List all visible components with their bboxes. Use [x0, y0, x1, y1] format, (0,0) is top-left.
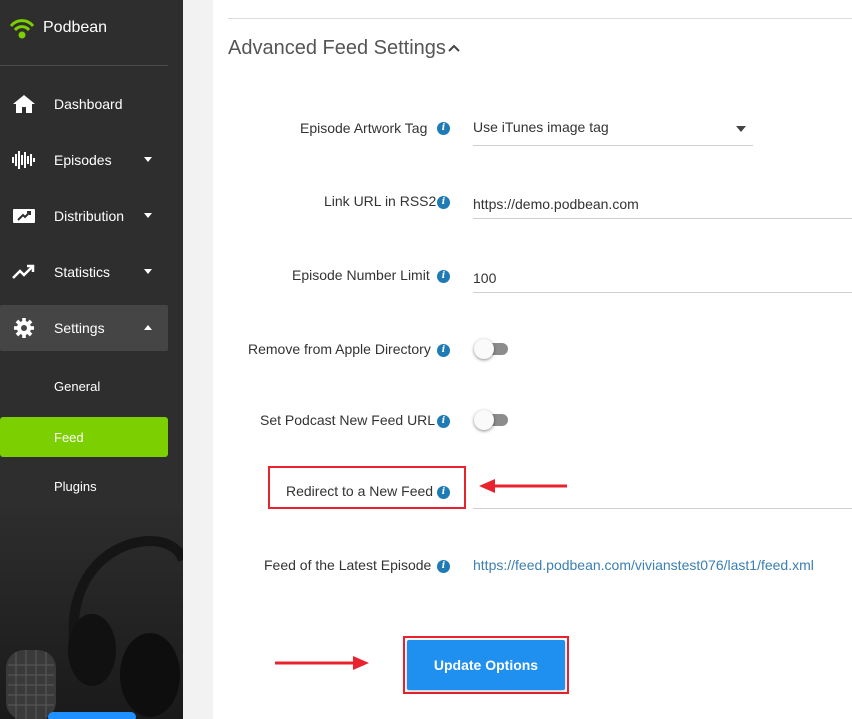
trending-up-icon [12, 264, 35, 279]
artwork-tag-label: Episode Artwork Tag [300, 120, 428, 136]
content-gutter [183, 0, 213, 719]
caret-down-icon [144, 213, 152, 218]
sidebar-item-statistics[interactable]: Statistics [0, 249, 168, 295]
sidebar-scrollbar[interactable] [48, 712, 136, 719]
feed-settings-panel: Advanced Feed Settings Episode Artwork T… [213, 0, 852, 719]
info-icon[interactable]: i [437, 415, 450, 428]
info-icon[interactable]: i [437, 344, 450, 357]
link-url-input[interactable] [473, 190, 852, 219]
sidebar-subitem-general[interactable]: General [0, 366, 168, 406]
info-icon[interactable]: i [437, 486, 450, 499]
caret-up-icon [144, 325, 152, 330]
brand-name: Podbean [43, 19, 108, 36]
remove-apple-toggle[interactable] [474, 339, 508, 359]
sidebar-subitem-feed[interactable]: Feed [0, 417, 168, 457]
section-title: Advanced Feed Settings [228, 37, 446, 59]
sidebar-item-episodes[interactable]: Episodes [0, 137, 168, 183]
headphones-microphone-art [0, 500, 183, 719]
annotation-arrow-right-icon [275, 656, 369, 670]
update-options-button[interactable]: Update Options [407, 640, 565, 690]
caret-down-icon [144, 157, 152, 162]
remove-apple-label: Remove from Apple Directory [248, 341, 431, 357]
latest-feed-link[interactable]: https://feed.podbean.com/vivianstest076/… [473, 557, 814, 573]
dropdown-caret-icon [736, 126, 746, 132]
link-url-label: Link URL in RSS2 [324, 193, 437, 209]
distribution-icon [13, 209, 35, 223]
toggle-knob [474, 339, 494, 359]
brand[interactable]: Podbean [0, 0, 168, 66]
info-icon[interactable]: i [437, 196, 450, 209]
gear-icon [14, 318, 34, 338]
home-icon [13, 95, 35, 113]
new-feed-url-toggle[interactable] [474, 410, 508, 430]
sidebar-subitem-label: Feed [54, 430, 84, 445]
episode-limit-input[interactable] [473, 264, 852, 293]
latest-feed-label: Feed of the Latest Episode [264, 557, 432, 573]
sidebar-item-dashboard[interactable]: Dashboard [0, 81, 168, 127]
artwork-tag-value: Use iTunes image tag [473, 119, 609, 135]
sidebar-subitem-label: General [54, 379, 101, 394]
episode-limit-label: Episode Number Limit [292, 267, 430, 283]
sidebar-item-label: Distribution [54, 208, 125, 224]
artwork-tag-select[interactable]: Use iTunes image tag [473, 116, 753, 146]
sidebar-item-label: Episodes [54, 152, 112, 168]
divider [228, 18, 852, 19]
annotation-arrow-left-icon [479, 479, 567, 493]
info-icon[interactable]: i [437, 560, 450, 573]
waveform-icon [12, 151, 35, 169]
sidebar-item-label: Settings [54, 320, 105, 336]
sidebar-item-settings[interactable]: Settings [0, 305, 168, 351]
toggle-knob [474, 410, 494, 430]
chevron-up-icon[interactable] [447, 42, 461, 54]
info-icon[interactable]: i [437, 270, 450, 283]
sidebar-item-label: Dashboard [54, 96, 123, 112]
sidebar: Podbean Dashboard Episodes Distribution [0, 0, 183, 719]
podbean-logo-icon [9, 19, 35, 39]
caret-down-icon [144, 269, 152, 274]
sidebar-item-distribution[interactable]: Distribution [0, 193, 168, 239]
sidebar-subitem-label: Plugins [54, 479, 97, 494]
info-icon[interactable]: i [437, 122, 450, 135]
new-feed-url-label: Set Podcast New Feed URL [260, 412, 436, 428]
redirect-label: Redirect to a New Feed [286, 483, 434, 499]
sidebar-item-label: Statistics [54, 264, 111, 280]
